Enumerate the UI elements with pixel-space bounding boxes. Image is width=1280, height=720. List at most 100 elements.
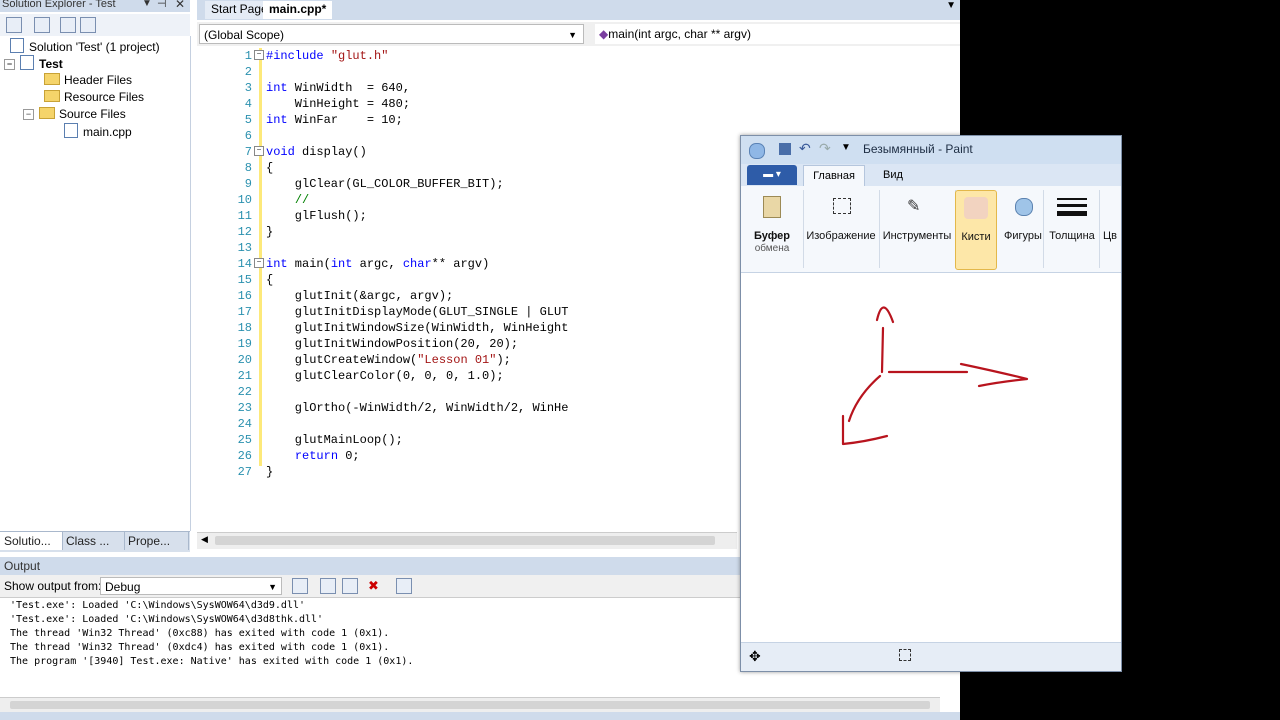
tools-group[interactable]: ✎ Инструменты (879, 190, 956, 268)
tree-item-source-files-label: Source Files (59, 107, 126, 121)
tab-dropdown-icon[interactable]: ▼ (946, 0, 956, 11)
tree-item-main-cpp-label: main.cpp (83, 125, 132, 139)
clipboard-label: Буфер (753, 230, 791, 242)
folder-icon (44, 90, 60, 102)
thickness-group[interactable]: Толщина (1045, 190, 1100, 268)
z-axis-stroke (847, 374, 882, 423)
collapse-icon[interactable]: − (23, 109, 34, 120)
method-icon: ◆ (599, 27, 609, 41)
paint-canvas[interactable] (749, 276, 1121, 624)
close-icon[interactable]: ✕ (175, 0, 185, 11)
clipboard-group[interactable]: Буфер обмена (741, 190, 804, 268)
show-output-label: Show output from: (4, 579, 102, 593)
scroll-thumb[interactable] (215, 536, 715, 545)
line-number: 6 (244, 129, 252, 143)
paint-menu-button[interactable]: ▬ ▾ (747, 165, 797, 185)
outline-collapse-icon[interactable]: − (254, 258, 264, 268)
go-to-location-icon[interactable] (292, 578, 314, 597)
solution-explorer-title-text: Solution Explorer - Test (2, 0, 116, 10)
line-number: 10 (237, 193, 252, 207)
tab-view[interactable]: Вид (873, 165, 913, 185)
properties-icon[interactable] (6, 17, 28, 36)
tab-main-cpp[interactable]: main.cpp* (263, 1, 333, 19)
code-line: glutClearColor(0, 0, 0, 1.0); (266, 369, 504, 383)
tree-item-header-files-label: Header Files (64, 73, 133, 87)
image-group[interactable]: Изображение (803, 190, 880, 268)
show-all-files-icon[interactable] (34, 17, 56, 36)
line-number: 16 (237, 289, 252, 303)
line-number: 27 (237, 465, 252, 479)
tab-properties[interactable]: Prope... (124, 532, 189, 550)
previous-message-icon[interactable] (320, 578, 342, 597)
class-diagram-icon[interactable] (80, 17, 102, 36)
tab-label: Главная (813, 170, 855, 182)
code-line: } (266, 225, 274, 239)
y-axis-stroke (880, 326, 885, 374)
line-number: 24 (237, 417, 252, 431)
cpp-file-icon (64, 123, 78, 138)
tree-item-solution[interactable]: Solution 'Test' (1 project) (10, 38, 160, 55)
outline-collapse-icon[interactable]: − (254, 50, 264, 60)
line-number: 19 (237, 337, 252, 351)
project-icon (20, 55, 34, 70)
function-value: main(int argc, char ** argv) (608, 27, 751, 41)
clipboard-icon (763, 196, 781, 218)
word-wrap-icon[interactable] (396, 578, 418, 597)
view-code-icon[interactable] (60, 17, 82, 36)
shapes-icon (1015, 198, 1033, 216)
output-horizontal-scrollbar[interactable] (0, 697, 940, 713)
shapes-group[interactable]: Фигуры (1003, 190, 1044, 268)
line-number: 17 (237, 305, 252, 319)
code-line: glutInitDisplayMode(GLUT_SINGLE | GLUT (266, 305, 569, 319)
scope-dropdown[interactable]: (Global Scope) ▼ (199, 24, 584, 44)
function-dropdown[interactable]: ◆main(int argc, char ** argv) (595, 24, 960, 44)
code-line: int main(int argc, char** argv) (266, 257, 490, 271)
code-line: glutCreateWindow("Lesson 01"); (266, 353, 511, 367)
save-icon[interactable] (779, 143, 791, 155)
colors-group[interactable]: Цв (1103, 190, 1121, 268)
code-line: glutInit(&argc, argv); (266, 289, 454, 303)
clear-all-icon[interactable]: ✖ (368, 578, 379, 594)
tab-label: Вид (883, 169, 903, 181)
output-line: The thread 'Win32 Thread' (0xdc4) has ex… (10, 642, 390, 653)
outline-collapse-icon[interactable]: − (254, 146, 264, 156)
drawing-strokes (841, 306, 1029, 446)
undo-icon[interactable]: ↶ (799, 140, 811, 157)
tab-class-view[interactable]: Class ... (62, 532, 125, 550)
redo-icon[interactable]: ↷ (819, 140, 831, 157)
tree-item-project[interactable]: − Test (4, 55, 63, 72)
tab-solution-explorer[interactable]: Solutio... (0, 532, 63, 550)
line-number: 8 (244, 161, 252, 175)
line-number: 25 (237, 433, 252, 447)
code-line: glClear(GL_COLOR_BUFFER_BIT); (266, 177, 504, 191)
code-line: void display() (266, 145, 367, 159)
paint-window: ↶ ↷ ▼ Безымянный - Paint ▬ ▾ Главная Вид… (740, 135, 1122, 672)
pin-icon[interactable]: ⊣ (157, 0, 167, 10)
line-number: 20 (237, 353, 252, 367)
document-tabs: Start Page main.cpp* ▼ (197, 0, 960, 20)
paint-title-text: Безымянный - Paint (863, 142, 973, 156)
tree-item-resource-files[interactable]: Resource Files (44, 89, 144, 106)
dropdown-arrow-icon[interactable]: ▼ (142, 0, 152, 9)
paint-app-icon[interactable] (749, 143, 765, 159)
line-number: 2 (244, 65, 252, 79)
quick-access-dropdown-icon[interactable]: ▼ (841, 142, 851, 153)
scroll-left-icon[interactable]: ◀ (201, 534, 208, 545)
tree-item-header-files[interactable]: Header Files (44, 72, 132, 89)
collapse-icon[interactable]: − (4, 59, 15, 70)
next-message-icon[interactable] (342, 578, 364, 597)
tree-item-main-cpp[interactable]: main.cpp (64, 123, 132, 140)
output-source-dropdown[interactable]: Debug ▼ (100, 577, 282, 595)
scroll-thumb[interactable] (10, 701, 930, 709)
paint-status-bar: ✥ (741, 642, 1121, 671)
tree-item-resource-files-label: Resource Files (64, 90, 145, 104)
x-arrowhead-stroke (959, 362, 1029, 388)
editor-horizontal-scrollbar[interactable]: ◀ (197, 532, 737, 549)
brushes-group[interactable]: Кисти (955, 190, 997, 270)
tree-item-source-files[interactable]: − Source Files (23, 106, 126, 123)
tab-home[interactable]: Главная (803, 165, 865, 187)
line-number: 22 (237, 385, 252, 399)
output-line: 'Test.exe': Loaded 'C:\Windows\SysWOW64\… (10, 600, 306, 611)
code-line: int WinWidth = 640, (266, 81, 411, 95)
code-line: glutMainLoop(); (266, 433, 403, 447)
